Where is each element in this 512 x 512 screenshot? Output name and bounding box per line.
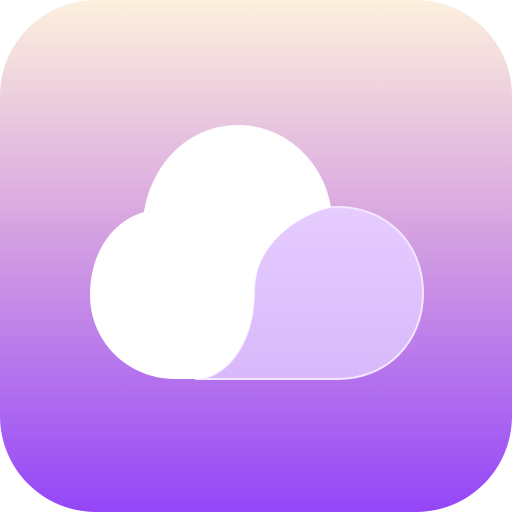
app-icon[interactable] [0,0,512,512]
weather-cloud-icon [0,0,512,512]
